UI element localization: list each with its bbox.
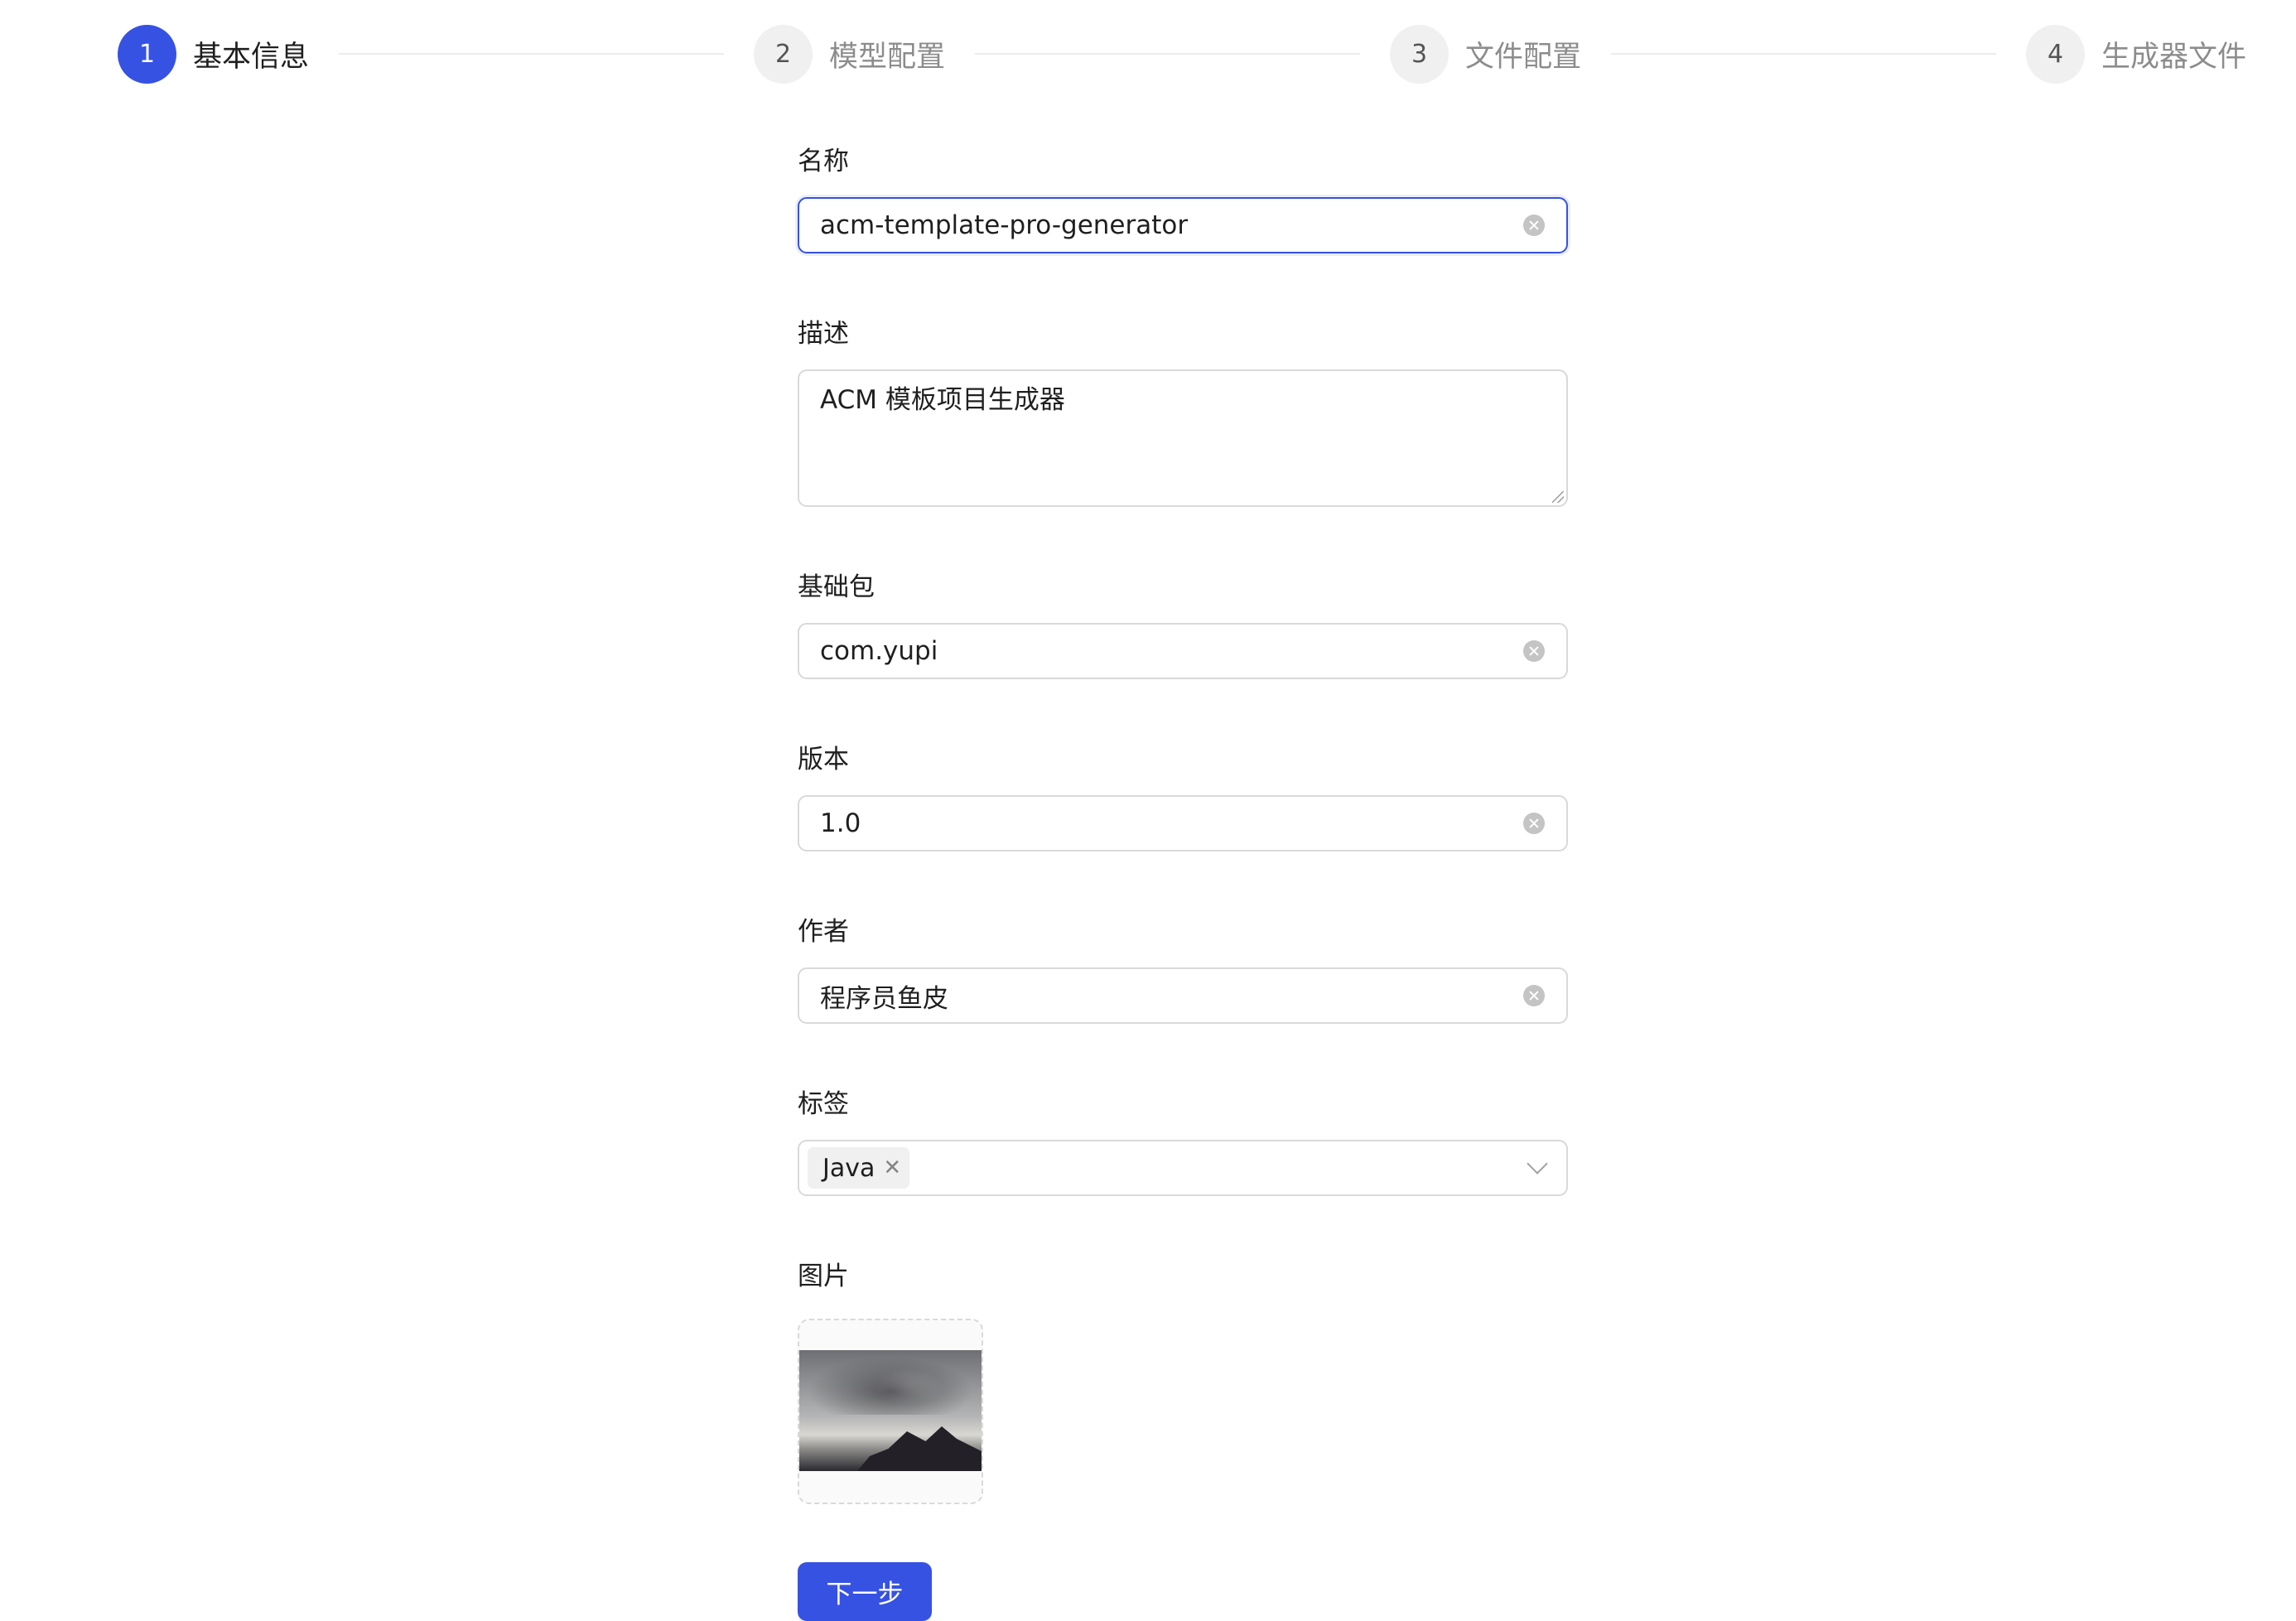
step-title: 生成器文件 — [2101, 40, 2247, 74]
name-input-value: acm-template-pro-generator — [820, 210, 1189, 240]
base-package-input[interactable]: com.yupi — [798, 623, 1568, 679]
tags-label: 标签 — [798, 1089, 849, 1119]
step-connector — [975, 53, 1360, 55]
description-label: 描述 — [798, 319, 849, 349]
step-number: 4 — [2026, 24, 2085, 84]
step-connector — [1611, 53, 1996, 55]
tag-close-icon[interactable]: ✕ — [883, 1157, 901, 1179]
tag-label: Java — [822, 1153, 875, 1183]
clear-icon[interactable] — [1523, 985, 1545, 1006]
author-input-value: 程序员鱼皮 — [820, 983, 948, 1014]
version-label: 版本 — [798, 745, 849, 774]
description-textarea[interactable]: ACM 模板项目生成器 — [798, 369, 1568, 507]
step-connector — [339, 53, 724, 55]
picture-upload[interactable] — [798, 1319, 983, 1504]
base-package-label: 基础包 — [798, 572, 875, 602]
clear-icon[interactable] — [1523, 640, 1545, 662]
step-title: 文件配置 — [1465, 40, 1582, 74]
version-input-value: 1.0 — [820, 808, 861, 838]
clear-icon[interactable] — [1523, 215, 1545, 236]
step-number: 3 — [1390, 24, 1449, 84]
steps: 1 基本信息 2 模型配置 3 文件配置 4 生成器文件 — [118, 24, 2246, 84]
name-input[interactable]: acm-template-pro-generator — [798, 197, 1568, 253]
version-input[interactable]: 1.0 — [798, 795, 1568, 852]
step-basic-info[interactable]: 1 基本信息 — [118, 24, 754, 84]
step-title: 模型配置 — [829, 40, 946, 74]
basic-info-form: 名称 acm-template-pro-generator 描述 ACM 模板项… — [798, 141, 1568, 1621]
picture-label: 图片 — [798, 1262, 849, 1291]
resize-handle-icon[interactable] — [1552, 491, 1564, 503]
clear-icon[interactable] — [1523, 813, 1545, 834]
chevron-down-icon[interactable] — [1527, 1153, 1548, 1175]
uploaded-image-thumbnail[interactable] — [799, 1350, 982, 1471]
author-label: 作者 — [798, 917, 849, 947]
step-number: 2 — [754, 24, 813, 84]
step-generator-file[interactable]: 4 生成器文件 — [2026, 24, 2247, 84]
description-textarea-value: ACM 模板项目生成器 — [820, 385, 1065, 415]
base-package-input-value: com.yupi — [820, 636, 938, 666]
step-number: 1 — [118, 24, 176, 84]
step-model-config[interactable]: 2 模型配置 — [754, 24, 1390, 84]
name-label: 名称 — [798, 147, 849, 176]
step-title: 基本信息 — [193, 40, 310, 74]
step-file-config[interactable]: 3 文件配置 — [1390, 24, 2026, 84]
tags-select[interactable]: Java ✕ — [798, 1140, 1568, 1196]
author-input[interactable]: 程序员鱼皮 — [798, 967, 1568, 1024]
tag-java: Java ✕ — [808, 1147, 910, 1189]
next-step-button[interactable]: 下一步 — [798, 1562, 932, 1621]
